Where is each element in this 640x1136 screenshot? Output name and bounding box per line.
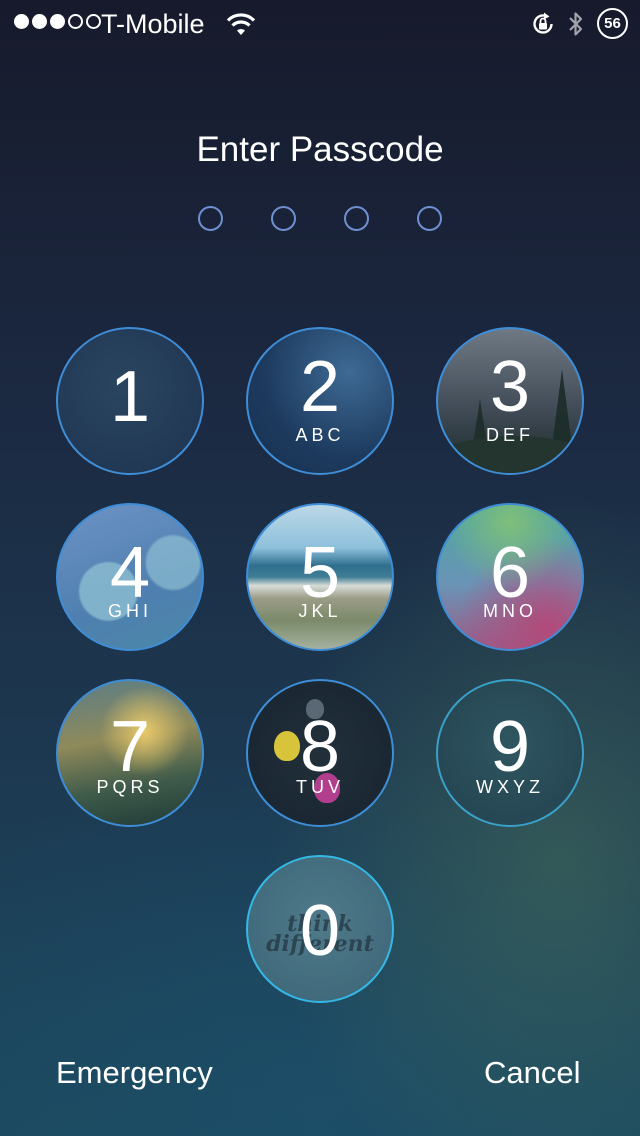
passcode-dot <box>198 206 223 231</box>
key-3[interactable]: 3 DEF <box>436 327 584 475</box>
key-digit: 3 <box>489 347 531 427</box>
key-letters: DEF <box>486 425 534 445</box>
signal-dot <box>68 14 83 29</box>
key-digit: 9 <box>489 707 531 787</box>
key-digit: 4 <box>109 533 151 613</box>
key-7[interactable]: 7 PQRS <box>56 679 204 827</box>
wifi-icon <box>226 13 256 35</box>
key-6[interactable]: 6 MNO <box>436 503 584 651</box>
key-letters: PQRS <box>96 777 164 797</box>
signal-dot <box>50 14 65 29</box>
emergency-button[interactable]: Emergency <box>56 1055 213 1091</box>
battery-level-badge: 56 <box>597 8 628 39</box>
passcode-dot <box>417 206 442 231</box>
key-4[interactable]: 4 GHI <box>56 503 204 651</box>
key-2[interactable]: 2 ABC <box>246 327 394 475</box>
passcode-dot <box>344 206 369 231</box>
signal-dot <box>32 14 47 29</box>
passcode-dot <box>271 206 296 231</box>
key-5[interactable]: 5 JKL <box>246 503 394 651</box>
key-letters: ABC <box>295 425 345 445</box>
key-8[interactable]: 8 TUV <box>246 679 394 827</box>
status-bar: T-Mobile 56 <box>0 0 640 48</box>
page-title: Enter Passcode <box>196 130 444 169</box>
cancel-button[interactable]: Cancel <box>484 1055 581 1091</box>
key-digit: 7 <box>109 707 151 787</box>
key-letters: WXYZ <box>476 777 544 797</box>
rotation-lock-icon <box>533 12 553 34</box>
key-digit: 0 <box>299 891 341 971</box>
signal-dot <box>14 14 29 29</box>
key-letters: JKL <box>298 601 342 621</box>
key-letters: MNO <box>483 601 537 621</box>
key-digit: 2 <box>299 347 341 427</box>
key-letters: GHI <box>107 601 152 621</box>
key-digit: 8 <box>299 707 341 787</box>
key-letters: TUV <box>296 777 344 797</box>
signal-strength-icon <box>14 14 101 29</box>
key-digit: 1 <box>109 357 151 437</box>
passcode-dots <box>198 206 444 232</box>
key-1[interactable]: 1 <box>56 327 204 475</box>
key-0[interactable]: think different 0 <box>246 855 394 1003</box>
signal-dot <box>86 14 101 29</box>
key-9[interactable]: 9 WXYZ <box>436 679 584 827</box>
carrier-name: T-Mobile <box>101 9 205 39</box>
key-digit: 6 <box>489 533 531 613</box>
key-digit: 5 <box>299 533 341 613</box>
bluetooth-icon <box>569 12 583 36</box>
